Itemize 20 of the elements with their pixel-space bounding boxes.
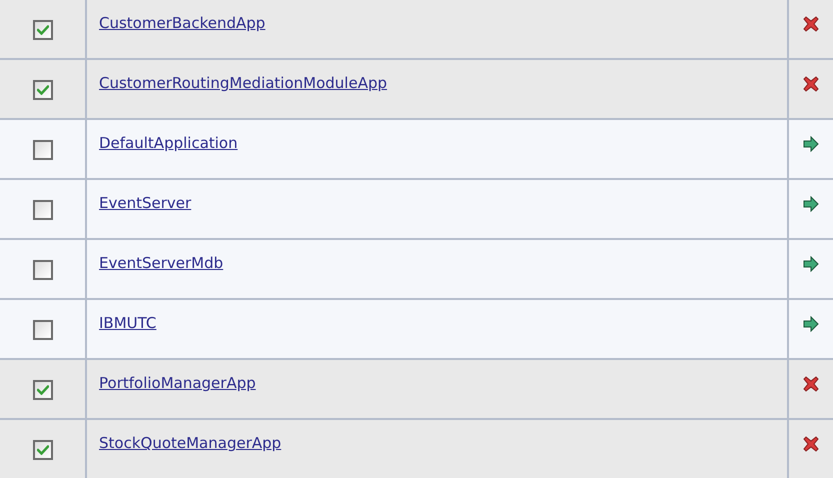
checkbox[interactable]	[32, 200, 52, 220]
checkbox[interactable]	[32, 80, 52, 100]
checkmark-icon	[36, 445, 48, 455]
application-link[interactable]: EventServerMdb	[99, 254, 228, 272]
application-link[interactable]: CustomerRoutingMediationModuleApp	[99, 74, 392, 92]
checkbox[interactable]	[32, 320, 52, 340]
application-link[interactable]: IBMUTC	[99, 314, 160, 332]
checkbox[interactable]	[32, 440, 52, 460]
application-link[interactable]: CustomerBackendApp	[99, 14, 270, 32]
checkbox[interactable]	[32, 260, 52, 280]
checkmark-icon	[36, 25, 48, 35]
checkbox[interactable]	[32, 140, 52, 160]
checkbox[interactable]	[32, 20, 52, 40]
checkbox[interactable]	[32, 380, 52, 400]
application-link[interactable]: EventServer	[99, 194, 196, 212]
application-link[interactable]: DefaultApplication	[99, 134, 242, 152]
checkmark-icon	[36, 385, 48, 395]
application-link[interactable]: PortfolioManagerApp	[99, 374, 260, 392]
application-link[interactable]: StockQuoteManagerApp	[99, 434, 286, 452]
checkmark-icon	[36, 85, 48, 95]
